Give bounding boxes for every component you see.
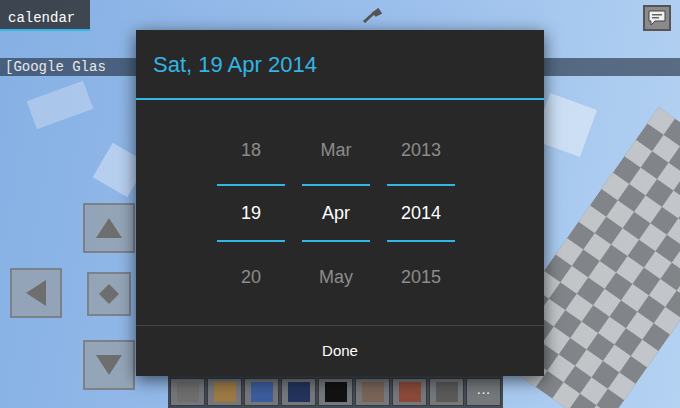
next-value[interactable]: May (302, 242, 370, 312)
more-slots-button[interactable]: ··· (466, 378, 501, 406)
slot-item (214, 382, 236, 402)
diamond-icon (97, 282, 121, 306)
selected-value[interactable]: 19 (217, 186, 285, 240)
next-value[interactable]: 20 (217, 242, 285, 312)
slot-item (399, 382, 421, 402)
hotbar-slot[interactable] (355, 378, 390, 406)
wrench-icon[interactable] (362, 8, 382, 24)
slot-item (325, 382, 347, 402)
hotbar-slot[interactable] (244, 378, 279, 406)
block-particle (27, 81, 94, 130)
selection-line (217, 240, 285, 242)
title-divider (136, 98, 544, 100)
slot-item (436, 382, 458, 402)
move-down-button[interactable] (83, 340, 135, 390)
jump-button[interactable] (87, 272, 131, 316)
next-text: 20 (241, 266, 261, 288)
selected-value[interactable]: Apr (302, 186, 370, 240)
dialog-header: Sat, 19 Apr 2014 (136, 30, 544, 98)
tab-label: calendar (8, 10, 75, 26)
hotbar-slot[interactable] (207, 378, 242, 406)
previous-value[interactable]: 18 (217, 122, 285, 178)
down-arrow-icon (94, 353, 124, 377)
chat-button[interactable] (643, 5, 671, 31)
date-picker-dialog: Sat, 19 Apr 2014 18 19 20 Mar Apr May 2013 2014… (136, 30, 544, 376)
selection-line (302, 240, 370, 242)
button-divider (136, 325, 544, 326)
hotbar-slot[interactable] (318, 378, 353, 406)
previous-value[interactable]: Mar (302, 122, 370, 178)
selection-line (387, 184, 455, 186)
slot-item (362, 382, 384, 402)
previous-text: 18 (241, 139, 261, 161)
up-arrow-icon (94, 216, 124, 240)
next-text: 2015 (401, 266, 441, 288)
chat-text: [Google Glas (5, 59, 106, 75)
selected-text: 2014 (401, 202, 441, 224)
more-label: ··· (477, 384, 491, 400)
done-button[interactable]: Done (136, 326, 544, 376)
selected-text: 19 (241, 202, 261, 224)
selection-line (387, 240, 455, 242)
hotbar-slot[interactable] (170, 378, 205, 406)
day-spinner[interactable]: 18 19 20 (217, 122, 285, 312)
chat-icon (648, 10, 666, 26)
dialog-title: Sat, 19 Apr 2014 (153, 51, 317, 79)
next-value[interactable]: 2015 (387, 242, 455, 312)
move-up-button[interactable] (83, 203, 135, 253)
hotbar-slot[interactable] (281, 378, 316, 406)
previous-text: Mar (321, 139, 352, 161)
slot-item (251, 382, 273, 402)
hotbar-slot[interactable] (392, 378, 427, 406)
next-text: May (319, 266, 353, 288)
year-spinner[interactable]: 2013 2014 2015 (387, 122, 455, 312)
previous-text: 2013 (401, 139, 441, 161)
left-arrow-icon (24, 278, 48, 308)
selection-line (302, 184, 370, 186)
command-tab[interactable]: calendar (0, 0, 90, 31)
hotbar: ··· (168, 376, 503, 408)
selected-value[interactable]: 2014 (387, 186, 455, 240)
selected-text: Apr (322, 202, 350, 224)
month-spinner[interactable]: Mar Apr May (302, 122, 370, 312)
game-screen: [Google Glas calendar ··· Sat, 19 Apr 20… (0, 0, 680, 408)
slot-item (288, 382, 310, 402)
done-label: Done (322, 341, 358, 361)
slot-item (177, 382, 199, 402)
move-left-button[interactable] (10, 268, 62, 318)
hotbar-slot[interactable] (429, 378, 464, 406)
selection-line (217, 184, 285, 186)
previous-value[interactable]: 2013 (387, 122, 455, 178)
date-spinner: 18 19 20 Mar Apr May 2013 2014 2015 (136, 100, 544, 325)
